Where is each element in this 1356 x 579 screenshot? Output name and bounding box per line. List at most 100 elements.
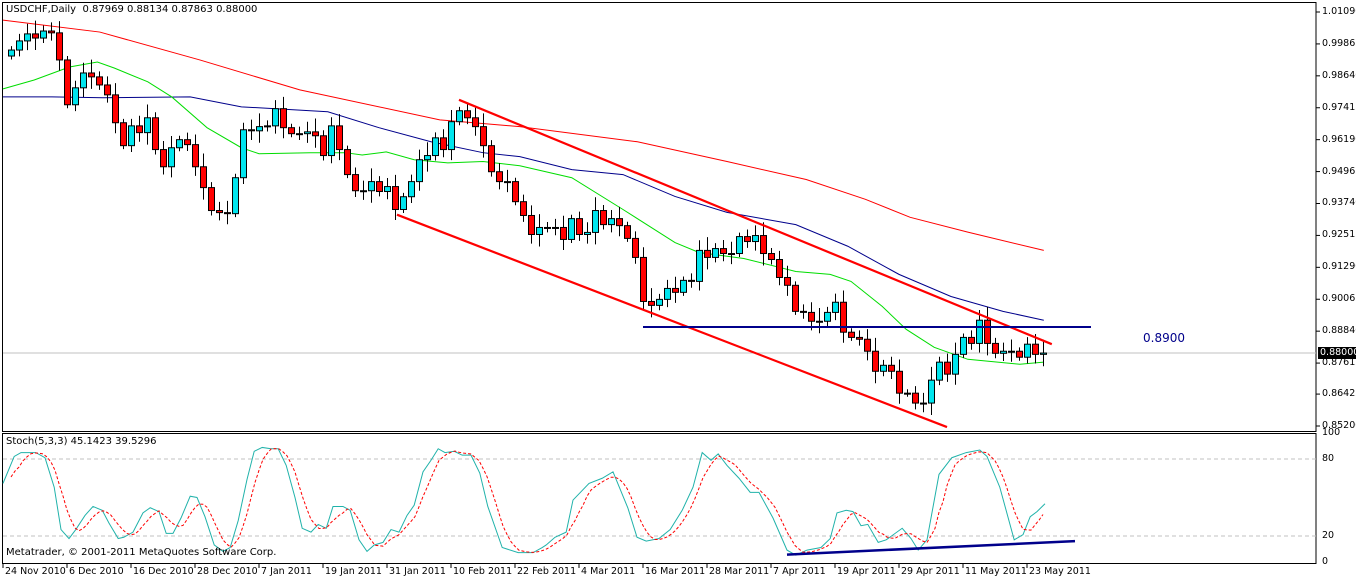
candle (336, 114, 343, 161)
bull-candle-body (664, 287, 671, 300)
candle (584, 222, 591, 244)
bull-candle-body (976, 319, 983, 344)
candle (200, 153, 207, 200)
price-tick-label: 0.94965 (1322, 165, 1356, 177)
stoch-tick-label: 80 (1322, 453, 1335, 464)
bear-candle-body (768, 253, 775, 261)
bear-candle-body (88, 72, 95, 78)
candle (608, 210, 615, 233)
bull-candle-body (608, 218, 615, 226)
ohlc-values: 0.87969 0.88134 0.87863 0.88000 (82, 4, 258, 15)
bear-candle-body (216, 210, 223, 214)
bull-candle-body (696, 249, 703, 282)
price-tick-label: 0.92515 (1322, 229, 1356, 241)
candle (432, 132, 439, 161)
bear-candle-body (672, 287, 679, 293)
candle (880, 359, 887, 377)
main-panel-frame (2, 2, 1317, 432)
bear-candle-body (120, 122, 127, 147)
candle (160, 140, 167, 175)
price-tick-label: 0.99865 (1322, 37, 1356, 49)
bull-candle-body (24, 33, 31, 42)
bull-candle-body (144, 117, 151, 134)
date-tick-label: 11 May 2011 (965, 566, 1027, 577)
candle (912, 386, 919, 410)
chart-header: USDCHF,Daily 0.87969 0.88134 0.87863 0.8… (6, 4, 257, 15)
candle (136, 115, 143, 142)
candle (528, 205, 535, 244)
stoch-tick-label: 100 (1322, 427, 1341, 439)
candle (624, 221, 631, 242)
candle (392, 174, 399, 221)
candle (936, 356, 943, 386)
bear-candle-body (968, 336, 975, 344)
bear-candle-body (856, 336, 863, 340)
bear-candle-body (320, 135, 327, 157)
candle (712, 243, 719, 263)
price-tick-label: 0.97415 (1322, 101, 1356, 113)
date-tick-label: 22 Feb 2011 (517, 566, 577, 577)
candle (24, 23, 31, 51)
candle (368, 168, 375, 203)
bear-candle-body (200, 166, 207, 189)
candle (384, 177, 391, 200)
bull-candle-body (952, 353, 959, 375)
candle (144, 104, 151, 145)
candle (576, 211, 583, 241)
bull-candle-body (368, 181, 375, 192)
candle (728, 241, 735, 265)
candle (552, 218, 559, 236)
candle (600, 205, 607, 230)
bear-candle-body (392, 186, 399, 210)
candle (344, 145, 351, 179)
bull-candle-body (960, 336, 967, 355)
bear-candle-body (472, 117, 479, 128)
bull-candle-body (584, 231, 591, 236)
candle (560, 215, 567, 251)
bear-candle-body (112, 94, 119, 124)
candle (1016, 347, 1023, 361)
candle (288, 123, 295, 138)
candle (416, 149, 423, 191)
stoch-tick-label: 20 (1322, 529, 1335, 541)
bear-candle-body (56, 32, 63, 61)
bull-candle-body (80, 72, 87, 89)
candle (536, 214, 543, 247)
candle (544, 221, 551, 233)
candle (672, 276, 679, 303)
bull-candle-body (304, 131, 311, 135)
candle (96, 71, 103, 90)
price-tick-label: 0.98640 (1322, 69, 1356, 81)
candle (768, 248, 775, 265)
date-tick-label: 16 Mar 2011 (645, 566, 706, 577)
candle (520, 194, 527, 222)
bull-candle-body (40, 30, 47, 39)
candle (168, 136, 175, 178)
candle (224, 200, 231, 225)
bull-candle-body (816, 320, 823, 323)
bear-candle-body (336, 125, 343, 151)
candle (456, 106, 463, 126)
candle (1024, 337, 1031, 364)
bear-candle-body (224, 212, 231, 215)
bear-candle-body (512, 181, 519, 203)
candle (56, 21, 63, 71)
bull-candle-body (568, 218, 575, 240)
date-tick-label: 28 Mar 2011 (709, 566, 770, 577)
bull-candle-body (680, 279, 687, 293)
trendline-lower-channel (396, 213, 948, 429)
candle (704, 237, 711, 270)
date-tick-label: 28 Dec 2010 (197, 566, 258, 577)
candle (952, 342, 959, 385)
bull-candle-body (880, 364, 887, 372)
bear-candle-body (488, 145, 495, 173)
bull-candle-body (832, 301, 839, 313)
bull-candle-body (824, 311, 831, 322)
date-tick-label: 19 Jan 2011 (325, 566, 382, 577)
stoch-header: Stoch(5,3,3) 45.1423 39.5296 (6, 436, 157, 447)
bear-candle-body (848, 331, 855, 338)
stoch-main-line (2, 446, 1046, 556)
price-chart[interactable] (0, 0, 1356, 579)
candle (792, 281, 799, 315)
bear-candle-body (704, 249, 711, 258)
